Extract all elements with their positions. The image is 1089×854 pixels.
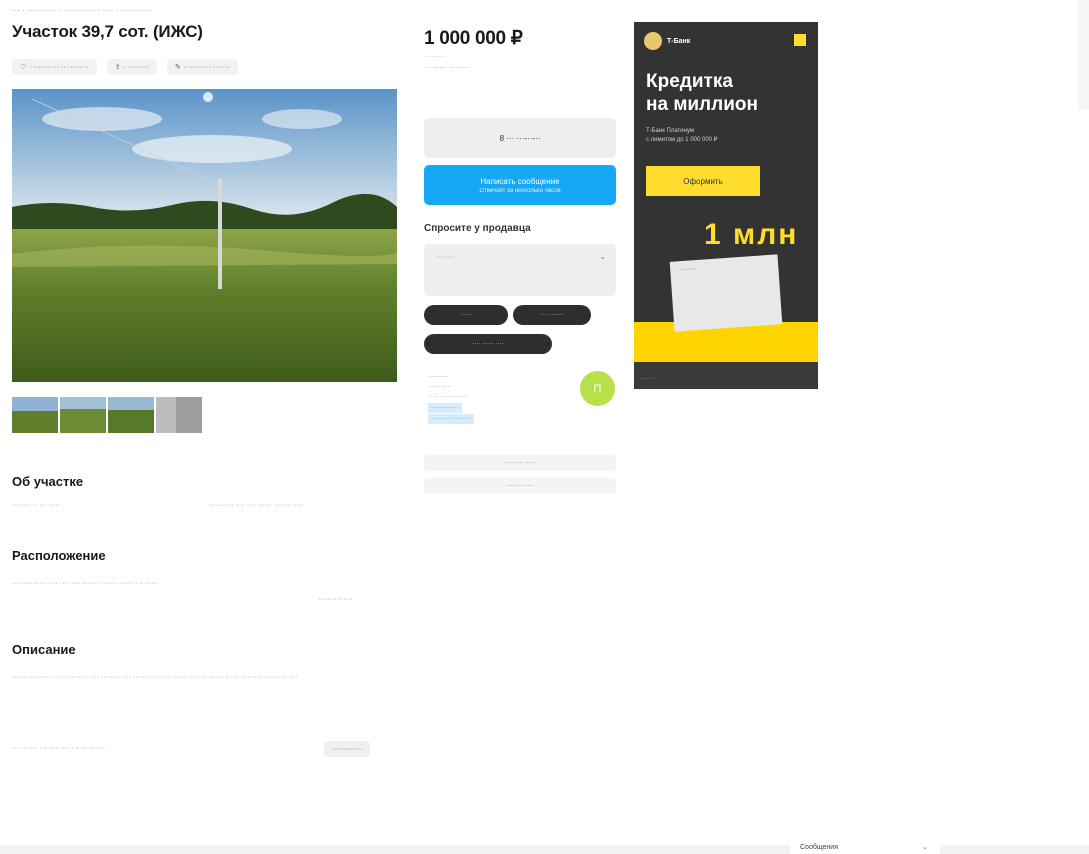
ad-footer: ····· ····· xyxy=(634,362,818,389)
show-phone-button[interactable]: 8 ··· ···-··-·· xyxy=(424,118,616,158)
add-note-button[interactable]: ✎ · ·········· ······· xyxy=(166,59,238,75)
description-heading: Описание xyxy=(12,642,76,657)
ad-big-text: 1 млн xyxy=(704,218,799,251)
listing-meta: ·· ········ · ··········· · ····· ······… xyxy=(12,745,106,752)
thumbnail[interactable] xyxy=(60,397,106,433)
add-to-favorites-button[interactable]: ♡ · ··········· ·· ········· xyxy=(12,59,97,75)
price-per-unit: ·· ······ · xyxy=(424,54,446,60)
thumbnail[interactable] xyxy=(108,397,154,433)
page-title: Участок 39,7 сот. (ИЖС) xyxy=(12,22,203,41)
ad-badge-icon xyxy=(794,34,806,46)
seller-type: ······ ····· xyxy=(428,384,452,390)
ad-brand: Т-Банк xyxy=(644,32,690,50)
report-button[interactable]: ············· xyxy=(324,741,371,757)
messages-widget-label: Сообщения xyxy=(800,843,838,851)
thumbnail[interactable] xyxy=(156,397,202,433)
ad-headline: Кредитка на миллион xyxy=(646,71,758,115)
about-area: ········ ·· ··· ····· xyxy=(12,502,60,509)
seller-badge: ············ ······· xyxy=(428,414,474,424)
heart-icon: ♡ xyxy=(20,64,27,71)
price-history-link[interactable]: ··· ······· ······· ··· xyxy=(424,65,469,71)
thumbnail[interactable] xyxy=(12,397,58,433)
quick-question-chip[interactable]: ···· ······ ···· xyxy=(424,334,552,354)
scrollbar[interactable] xyxy=(1078,0,1089,110)
write-message-label: Написать сообщение xyxy=(480,176,560,186)
report-seller-button[interactable]: ········ ····· xyxy=(424,478,616,494)
seller-since: ·· ····· · ····· ···· xyxy=(428,394,469,400)
subscribe-seller-button[interactable]: ········· ····· xyxy=(424,455,616,471)
thumbnail-strip xyxy=(12,397,202,433)
show-map-link[interactable]: ········ ······ xyxy=(318,596,353,603)
quick-question-chip[interactable]: ····· xyxy=(424,305,508,325)
note-icon: ✎ xyxy=(174,64,181,71)
quick-question-chip[interactable]: ···· ······· xyxy=(513,305,591,325)
about-heading: Об участке xyxy=(12,474,84,489)
write-message-button[interactable]: Написать сообщение Отвечает за несколько… xyxy=(424,165,616,205)
ad-cta-button[interactable]: Оформить xyxy=(646,166,760,196)
ask-seller-placeholder: ········ xyxy=(436,254,455,261)
main-photo[interactable] xyxy=(12,89,397,382)
about-category: ··········· ···· ···· ······ ······· ···… xyxy=(208,502,304,509)
seller-badge: ···· ········· xyxy=(428,403,462,413)
share-icon: ⇪ xyxy=(114,64,121,71)
chevron-down-icon: ⌄ xyxy=(599,252,606,261)
description-text: ······ ·········· ···· ·········· ···· ·… xyxy=(12,674,298,681)
response-time: Отвечает за несколько часов xyxy=(479,187,561,194)
field-photo xyxy=(12,89,397,382)
messages-widget[interactable]: Сообщения ⌄ xyxy=(790,840,940,854)
share-button[interactable]: ⇪ · ········· xyxy=(106,59,157,75)
seller-name[interactable]: ·········· xyxy=(428,372,474,382)
chevron-down-icon: ⌄ xyxy=(922,844,928,851)
bank-logo-icon xyxy=(644,32,662,50)
listing-actions: ♡ · ··········· ·· ········· ⇪ · ·······… xyxy=(12,59,238,75)
seller-info: ·········· ······ ····· ·· ····· · ·····… xyxy=(428,372,474,424)
location-heading: Расположение xyxy=(12,548,106,563)
avatar[interactable]: П xyxy=(580,371,615,406)
ask-seller-heading: Спросите у продавца xyxy=(424,223,531,234)
credit-card-image: ··· ······· xyxy=(669,254,783,332)
price: 1 000 000 ₽ xyxy=(424,28,523,49)
location-address: ··········· ··· ···· ···· ···· ······· ·… xyxy=(12,580,159,587)
ask-seller-input[interactable]: ········ ⌄ xyxy=(424,244,616,296)
ad-banner[interactable]: Т-Банк Кредитка на миллион Т-Банк Платин… xyxy=(634,22,818,389)
ad-subtext: Т-Банк Платинум с лимитом до 1 000 000 ₽ xyxy=(646,128,718,143)
breadcrumb[interactable]: ··· · ··········· · ············ · ···· … xyxy=(12,6,152,15)
